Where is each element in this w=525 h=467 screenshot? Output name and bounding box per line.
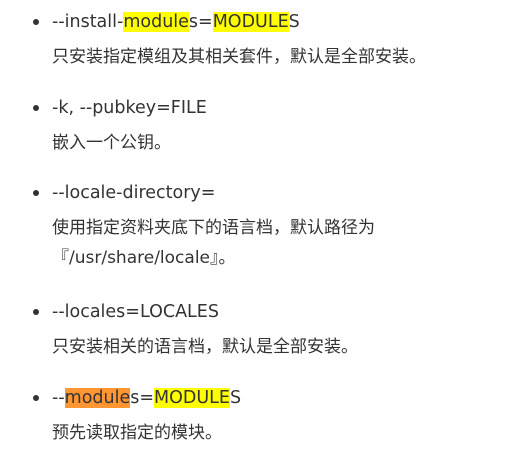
term-text: s=	[188, 12, 213, 32]
option-description: 只安装相关的语言档，默认是全部安装。	[52, 332, 358, 362]
description-line: 使用指定资料夹底下的语言档，默认路径为	[52, 218, 375, 238]
bullet-icon	[33, 19, 39, 25]
bullet-icon	[33, 395, 39, 401]
description-line: 嵌入一个公钥。	[52, 133, 171, 153]
option-description: 只安装指定模组及其相关套件，默认是全部安装。	[52, 42, 426, 72]
option-description: 使用指定资料夹底下的语言档，默认路径为 『/usr/share/locale』。	[52, 213, 375, 273]
term-text: --install-	[52, 12, 124, 32]
option-term: --locale-directory=	[52, 183, 216, 203]
term-text: S	[229, 388, 242, 408]
search-highlight: module	[123, 12, 189, 32]
bullet-icon	[33, 309, 39, 315]
term-text: s=	[130, 388, 155, 408]
option-term: --locales=LOCALES	[52, 302, 219, 322]
option-term: --install-modules=MODULES	[52, 9, 300, 35]
search-highlight-current: module	[64, 388, 131, 408]
description-line: 只安装相关的语言档，默认是全部安装。	[52, 337, 358, 357]
term-text: --	[52, 388, 65, 408]
option-term: -k, --pubkey=FILE	[52, 98, 207, 118]
description-line: 只安装指定模组及其相关套件，默认是全部安装。	[52, 47, 426, 67]
bullet-icon	[33, 190, 39, 196]
bullet-icon	[33, 105, 39, 111]
search-highlight: MODULE	[212, 12, 289, 32]
description-line: 『/usr/share/locale』。	[52, 248, 236, 268]
description-line: 预先读取指定的模块。	[52, 423, 222, 443]
term-text: S	[288, 12, 300, 32]
option-description: 预先读取指定的模块。	[52, 418, 222, 448]
option-description: 嵌入一个公钥。	[52, 128, 171, 158]
option-term: --modules=MODULES	[52, 385, 241, 411]
search-highlight: MODULE	[154, 388, 230, 408]
